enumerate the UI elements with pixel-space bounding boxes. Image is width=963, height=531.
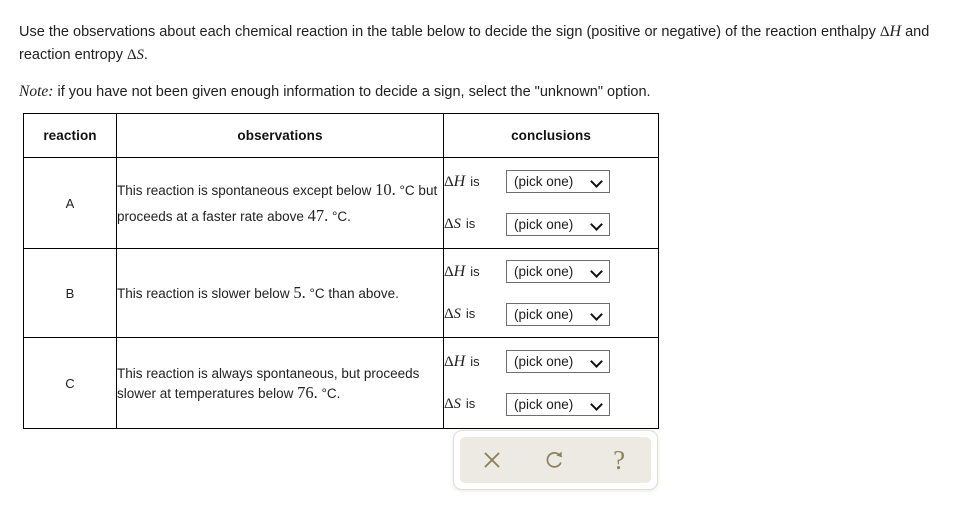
temperature-value: 5. <box>293 283 306 302</box>
entropy-symbol: S <box>453 306 461 322</box>
conclusion-line-entropy: ΔS is (pick one) <box>444 208 658 241</box>
reactions-table: reaction observations conclusions A This… <box>23 113 659 429</box>
delta-symbol: Δ <box>444 263 454 280</box>
conclusions-cell: ΔH is (pick one) ΔS is (pick one) <box>443 157 659 249</box>
delta-symbol: Δ <box>127 46 137 63</box>
entropy-label: ΔS is <box>444 306 506 323</box>
verb-is: is <box>470 353 480 369</box>
enthalpy-label: ΔH is <box>444 353 506 371</box>
reaction-label-cell: A <box>23 157 117 249</box>
reset-button[interactable] <box>535 441 575 479</box>
conclusion-line-enthalpy: ΔH is (pick one) <box>444 165 658 198</box>
select-value: (pick one) <box>514 174 574 189</box>
enthalpy-sign-select[interactable]: (pick one) <box>506 350 610 373</box>
delta-symbol: Δ <box>444 396 454 412</box>
entropy-label: ΔS is <box>444 216 506 233</box>
reaction-label-cell: C <box>23 337 117 429</box>
select-value: (pick one) <box>514 397 574 412</box>
chevron-down-icon <box>592 219 603 230</box>
conclusion-line-entropy: ΔS is (pick one) <box>444 388 658 421</box>
column-header-reaction: reaction <box>23 113 117 158</box>
table-body: A This reaction is spontaneous except be… <box>23 157 659 429</box>
answer-toolbar: ? <box>453 430 658 490</box>
delta-symbol: Δ <box>444 353 454 370</box>
temperature-value: 10. <box>375 180 396 199</box>
delta-symbol: Δ <box>444 306 454 322</box>
conclusions-cell: ΔH is (pick one) ΔS is (pick one) <box>443 248 659 338</box>
chevron-down-icon <box>592 356 603 367</box>
table-header-row: reaction observations conclusions <box>23 113 659 158</box>
temperature-value: 76. <box>297 382 318 402</box>
table-row: A This reaction is spontaneous except be… <box>23 157 659 249</box>
enthalpy-symbol: H <box>453 172 466 190</box>
chevron-down-icon <box>592 309 603 320</box>
temperature-value: 47. <box>307 206 329 225</box>
entropy-sign-select[interactable]: (pick one) <box>506 393 610 416</box>
entropy-symbol: S <box>136 46 144 63</box>
clear-button[interactable] <box>472 441 512 479</box>
conclusion-line-enthalpy: ΔH is (pick one) <box>444 255 658 288</box>
instruction-text-part-3: . <box>143 46 148 63</box>
chevron-down-icon <box>592 266 603 277</box>
column-header-conclusions: conclusions <box>443 113 659 158</box>
select-value: (pick one) <box>514 354 574 369</box>
enthalpy-symbol: H <box>453 352 466 370</box>
observation-text-fragment: This reaction is spontaneous except belo… <box>117 183 376 198</box>
table-row: C This reaction is always spontaneous, b… <box>23 337 659 429</box>
enthalpy-sign-select[interactable]: (pick one) <box>506 170 610 193</box>
conclusions-cell: ΔH is (pick one) ΔS is (pick one) <box>443 337 659 429</box>
observation-text-fragment: °C than above. <box>305 286 399 301</box>
observation-text-fragment: This reaction is slower below <box>117 286 294 301</box>
note-paragraph: Note: if you have not been given enough … <box>19 81 949 103</box>
select-value: (pick one) <box>514 307 574 322</box>
observation-cell: This reaction is always spontaneous, but… <box>116 337 444 429</box>
reactions-table-wrapper: reaction observations conclusions A This… <box>23 113 659 429</box>
enthalpy-symbol: H <box>889 22 902 40</box>
verb-is: is <box>470 173 480 189</box>
observation-text: This reaction is slower below 5. °C than… <box>117 283 399 302</box>
observation-text: This reaction is spontaneous except belo… <box>117 180 437 225</box>
enthalpy-label: ΔH is <box>444 263 506 281</box>
delta-symbol: Δ <box>879 23 890 40</box>
verb-is: is <box>465 396 476 411</box>
verb-is: is <box>470 263 480 279</box>
observation-text-fragment: °C. <box>317 385 341 401</box>
verb-is: is <box>465 306 476 321</box>
observation-text-fragment: °C. <box>328 209 351 224</box>
select-value: (pick one) <box>514 264 574 279</box>
entropy-sign-select[interactable]: (pick one) <box>506 303 610 326</box>
entropy-sign-select[interactable]: (pick one) <box>506 213 610 236</box>
note-text: if you have not been given enough inform… <box>53 83 651 100</box>
enthalpy-symbol: H <box>453 262 466 280</box>
delta-symbol: Δ <box>444 173 454 190</box>
reaction-label-cell: B <box>23 248 117 338</box>
observation-text-fragment: This reaction is always spontaneous, but… <box>117 365 420 401</box>
select-value: (pick one) <box>514 217 574 232</box>
delta-symbol: Δ <box>444 216 454 232</box>
entropy-label: ΔS is <box>444 396 506 413</box>
verb-is: is <box>465 216 476 231</box>
column-header-observations: observations <box>116 113 444 158</box>
question-mark-icon: ? <box>613 444 626 475</box>
instruction-text-part-1: Use the observations about each chemical… <box>19 23 880 40</box>
observation-text: This reaction is always spontaneous, but… <box>117 365 420 402</box>
close-icon <box>481 449 503 471</box>
conclusion-line-enthalpy: ΔH is (pick one) <box>444 345 658 378</box>
answer-toolbar-panel: ? <box>460 437 651 483</box>
observation-cell: This reaction is spontaneous except belo… <box>116 157 444 249</box>
conclusion-line-entropy: ΔS is (pick one) <box>444 298 658 331</box>
undo-arrow-icon <box>543 448 567 472</box>
chevron-down-icon <box>592 399 603 410</box>
note-label: Note: <box>19 82 54 100</box>
entropy-symbol: S <box>453 216 461 232</box>
enthalpy-sign-select[interactable]: (pick one) <box>506 260 610 283</box>
chevron-down-icon <box>592 176 603 187</box>
enthalpy-label: ΔH is <box>444 173 506 191</box>
entropy-symbol: S <box>453 396 461 412</box>
table-row: B This reaction is slower below 5. °C th… <box>23 248 659 338</box>
observation-cell: This reaction is slower below 5. °C than… <box>116 248 444 338</box>
instruction-paragraph: Use the observations about each chemical… <box>19 20 949 67</box>
help-button[interactable]: ? <box>599 441 639 479</box>
